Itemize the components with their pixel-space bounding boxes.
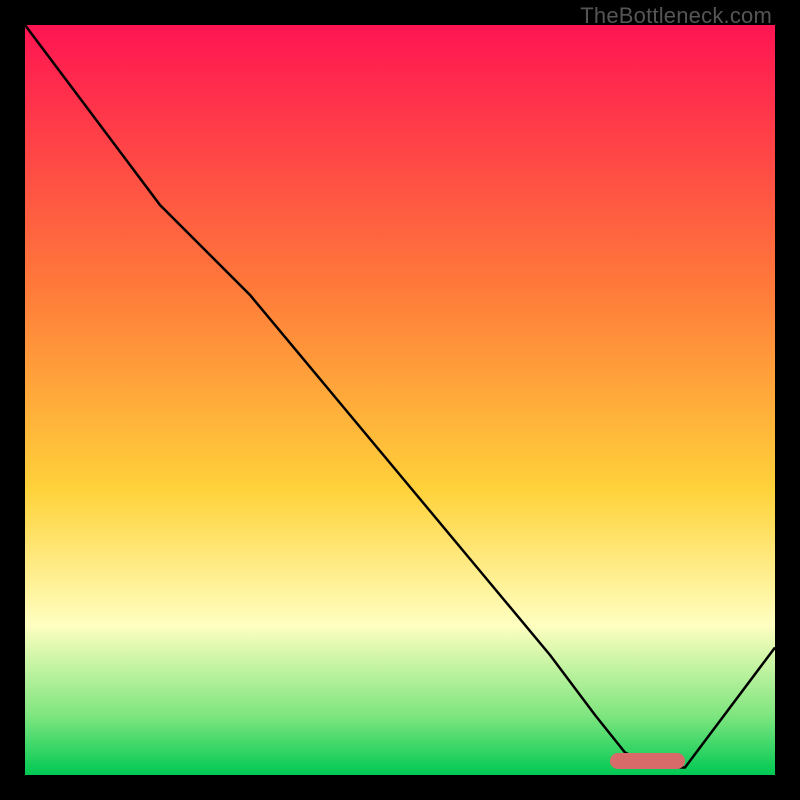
optimal-range-marker: [610, 753, 685, 769]
chart-area: [25, 25, 775, 775]
curve-overlay: [25, 25, 775, 775]
bottleneck-curve: [25, 25, 775, 768]
